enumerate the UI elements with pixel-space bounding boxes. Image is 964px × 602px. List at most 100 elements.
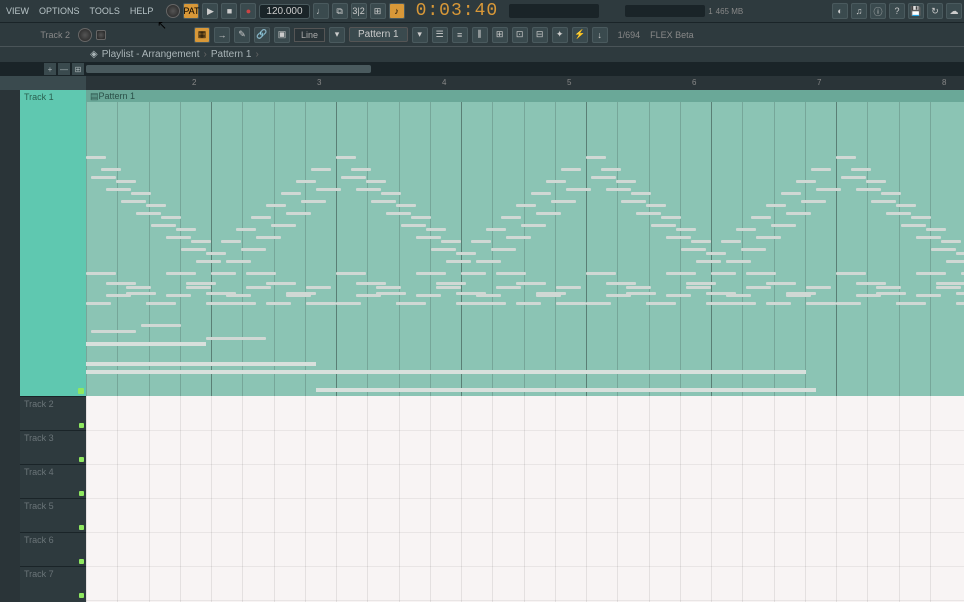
main-workspace: Track 1 Track 2 Track 3 Track 4 Track 5 …	[0, 90, 964, 602]
time-display[interactable]: 0:03:40	[416, 1, 499, 21]
grid-icon[interactable]: ⊞	[72, 63, 84, 75]
ruler-mark: 7	[817, 78, 821, 87]
tempo-display[interactable]: 120.000	[259, 4, 309, 19]
track-list: Track 1 Track 2 Track 3 Track 4 Track 5 …	[20, 90, 86, 602]
track-header-6[interactable]: Track 6	[20, 532, 86, 566]
track-header-2[interactable]: Track 2	[20, 396, 86, 430]
ruler-mark: 8	[942, 78, 946, 87]
channel-rack-button[interactable]: ☰	[432, 27, 448, 43]
ruler-mark: 2	[192, 78, 196, 87]
menu-options[interactable]: OPTIONS	[35, 4, 84, 18]
mem-usage: 465 MB	[716, 7, 744, 16]
tool9-button[interactable]: ↓	[592, 27, 608, 43]
track-header-7[interactable]: Track 7	[20, 566, 86, 600]
ruler-mark: 5	[567, 78, 571, 87]
snap-selector[interactable]: Line	[294, 28, 325, 42]
master-meter	[509, 4, 599, 18]
snap-dropdown[interactable]: ▾	[329, 27, 345, 43]
track-7-label: Track 7	[24, 569, 54, 579]
track-header-5[interactable]: Track 5	[20, 498, 86, 532]
track-mute-icon[interactable]	[79, 525, 84, 530]
main-menu: VIEW OPTIONS TOOLS HELP	[2, 4, 157, 18]
wait-button[interactable]: ⊞	[370, 3, 386, 19]
save-button[interactable]: 💾	[908, 3, 924, 19]
stamp-button[interactable]: ▣	[274, 27, 290, 43]
tool8-button[interactable]: ⚡	[572, 27, 588, 43]
playlist-breadcrumb: ◈ Playlist - Arrangement › Pattern 1 ›	[0, 46, 964, 62]
breadcrumb-separator: ›	[204, 49, 207, 60]
pan-knob[interactable]	[96, 30, 106, 40]
flex-label: FLEX Beta	[650, 30, 694, 40]
loop-record-button[interactable]: 3|2	[351, 3, 367, 19]
pattern-dropdown[interactable]: ▾	[412, 27, 428, 43]
menu-help[interactable]: HELP	[126, 4, 158, 18]
mem-counter: 1	[708, 7, 712, 16]
cloud-button[interactable]: ☁	[946, 3, 962, 19]
clip-icon: ▤	[90, 91, 99, 102]
ruler-mark: 3	[317, 78, 321, 87]
hint-track-label: Track 2	[4, 30, 74, 40]
track-header-3[interactable]: Track 3	[20, 430, 86, 464]
track-1-mute-icon[interactable]	[78, 388, 84, 394]
midi-button[interactable]: ♫	[851, 3, 867, 19]
pattern-clip[interactable]	[86, 102, 964, 396]
cpu-meter	[625, 5, 705, 17]
countdown-button[interactable]: ⧉	[332, 3, 348, 19]
menu-tools[interactable]: TOOLS	[86, 4, 124, 18]
playlist-button[interactable]: ▦	[194, 27, 210, 43]
track-1-label: Track 1	[20, 90, 86, 104]
step-mode-button[interactable]: ♪	[389, 3, 405, 19]
track-header-4[interactable]: Track 4	[20, 464, 86, 498]
track-header-1[interactable]: Track 1	[20, 90, 86, 396]
piano-roll-button[interactable]: ≡	[452, 27, 468, 43]
cut-tool-button[interactable]: ✎	[234, 27, 250, 43]
volume-knob[interactable]	[78, 28, 92, 42]
line-icon[interactable]: —	[58, 63, 70, 75]
flex-prefix: 1/694	[618, 30, 641, 40]
tool7-button[interactable]: ✦	[552, 27, 568, 43]
breadcrumb-pattern[interactable]: Pattern 1	[211, 49, 252, 60]
pattern-mode-button[interactable]: PAT	[183, 3, 199, 19]
pattern-selector[interactable]: Pattern 1	[349, 27, 408, 42]
secondary-toolbar: Track 2 ▦ → ✎ 🔗 ▣ Line ▾ Pattern 1 ▾ ☰ ≡…	[0, 22, 964, 46]
menu-view[interactable]: VIEW	[2, 4, 33, 18]
play-button[interactable]: ▶	[202, 3, 218, 19]
track-6-label: Track 6	[24, 535, 54, 545]
magnet-button[interactable]: →	[214, 27, 230, 43]
render-button[interactable]: ↻	[927, 3, 943, 19]
sync-knob[interactable]	[166, 4, 180, 18]
right-toolbar: ◐ ♫ ⓘ ? 💾 ↻ ☁	[832, 3, 962, 19]
info-button[interactable]: ⓘ	[870, 3, 886, 19]
time-ruler[interactable]: 2 3 4 5 6 7 8	[86, 76, 964, 90]
browser-button[interactable]: ⊞	[492, 27, 508, 43]
transport-controls: PAT ▶ ■ ● 120.000 ♩ ⧉ 3|2 ⊞ ♪ 0:03:40 1 …	[166, 1, 743, 21]
timeline-area[interactable]: ▤ Pattern 1	[86, 90, 964, 602]
clip-label: Pattern 1	[99, 91, 136, 101]
track-mute-icon[interactable]	[79, 423, 84, 428]
empty-track-area[interactable]	[86, 396, 964, 602]
track-mute-icon[interactable]	[79, 457, 84, 462]
link-button[interactable]: 🔗	[254, 27, 270, 43]
scrollbar-thumb[interactable]	[86, 65, 371, 73]
tool6-button[interactable]: ⊟	[532, 27, 548, 43]
tool5-button[interactable]: ⊡	[512, 27, 528, 43]
tool-strip: + — ⊞	[0, 62, 964, 76]
record-button[interactable]: ●	[240, 3, 256, 19]
clip-label-bar[interactable]: ▤ Pattern 1	[86, 90, 964, 102]
horizontal-scrollbar[interactable]	[86, 65, 964, 73]
track-mute-icon[interactable]	[79, 593, 84, 598]
playlist-title[interactable]: Playlist - Arrangement	[102, 49, 200, 60]
track-mute-icon[interactable]	[79, 491, 84, 496]
help-button[interactable]: ?	[889, 3, 905, 19]
track-mute-icon[interactable]	[79, 559, 84, 564]
add-icon[interactable]: +	[44, 63, 56, 75]
metronome-button[interactable]: ♩	[313, 3, 329, 19]
mixer-button[interactable]: ⫼	[472, 27, 488, 43]
track-2-label: Track 2	[24, 399, 54, 409]
top-menu-bar: VIEW OPTIONS TOOLS HELP PAT ▶ ■ ● 120.00…	[0, 0, 964, 22]
breadcrumb-separator-2: ›	[255, 49, 258, 60]
stop-button[interactable]: ■	[221, 3, 237, 19]
history-button[interactable]: ◐	[832, 3, 848, 19]
track-4-label: Track 4	[24, 467, 54, 477]
track-3-label: Track 3	[24, 433, 54, 443]
